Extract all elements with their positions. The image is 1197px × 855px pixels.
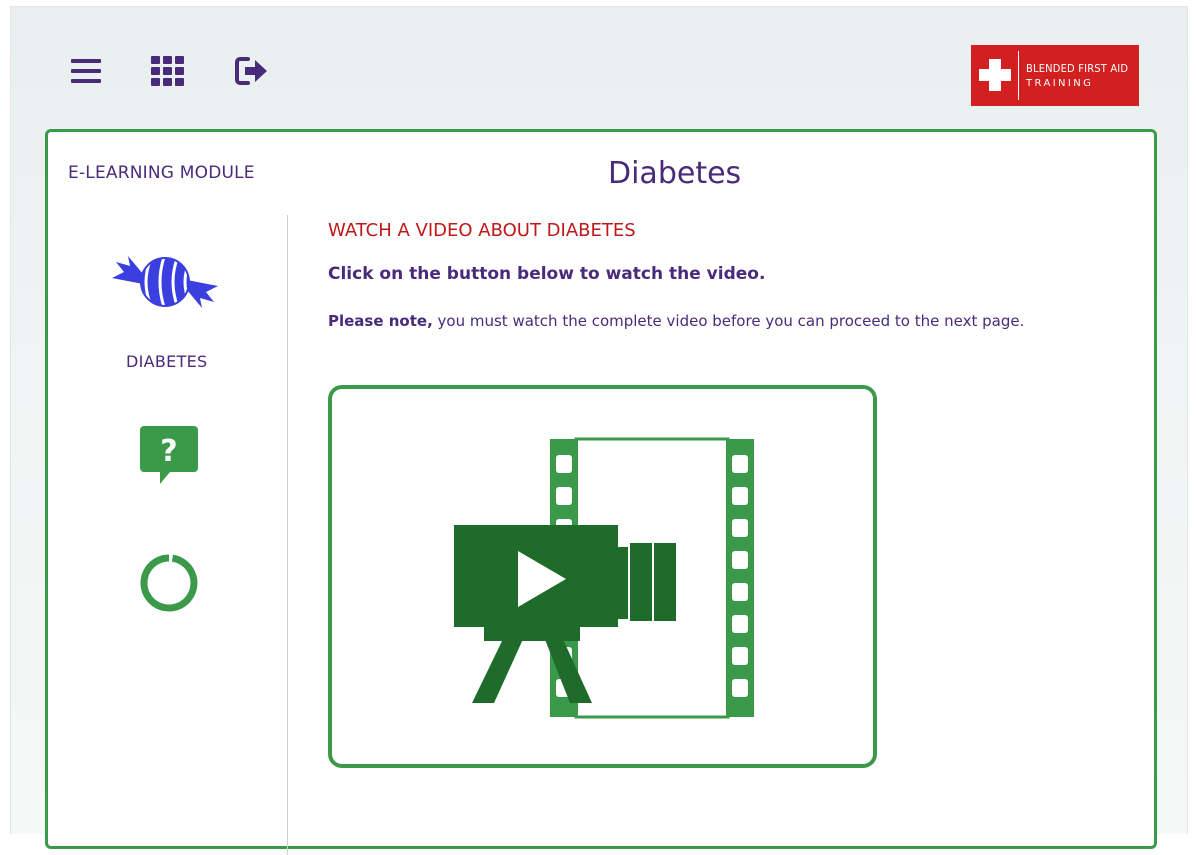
note-text: Please note, you must watch the complete… — [328, 312, 1024, 330]
logo-divider — [1018, 51, 1019, 100]
app-frame: BLENDED FIRST AID TRAINING E-LEARNING MO… — [10, 6, 1188, 855]
note-bold: Please note, — [328, 312, 433, 330]
logo-line-1: BLENDED FIRST AID — [1026, 62, 1129, 75]
note-body: you must watch the complete video before… — [432, 312, 1025, 330]
question-bubble-icon: ? — [140, 426, 198, 484]
apps-grid-icon[interactable] — [150, 53, 186, 89]
first-aid-cross-icon — [979, 59, 1011, 91]
sidebar-divider — [287, 215, 288, 855]
sidebar-item-progress[interactable] — [138, 552, 200, 614]
instruction-text: Click on the button below to watch the v… — [328, 264, 766, 284]
module-card: E-LEARNING MODULE Diabetes DIABETES ? WA… — [45, 129, 1157, 855]
sidebar-item-quiz[interactable]: ? — [138, 424, 200, 486]
progress-ring-icon — [140, 554, 198, 612]
svg-text:?: ? — [160, 434, 177, 469]
section-heading: WATCH A VIDEO ABOUT DIABETES — [328, 220, 636, 241]
video-camera-icon — [454, 437, 754, 719]
logout-icon[interactable] — [234, 53, 270, 89]
candy-icon — [112, 256, 218, 308]
page-title: Diabetes — [608, 156, 742, 191]
top-bar: BLENDED FIRST AID TRAINING — [11, 7, 1187, 127]
watch-video-button[interactable] — [328, 385, 877, 768]
brand-logo[interactable]: BLENDED FIRST AID TRAINING — [971, 45, 1139, 106]
hamburger-menu-icon[interactable] — [69, 53, 105, 89]
logo-line-2: TRAINING — [1026, 78, 1094, 89]
sidebar-item-label[interactable]: DIABETES — [126, 352, 208, 371]
module-label: E-LEARNING MODULE — [68, 163, 255, 183]
